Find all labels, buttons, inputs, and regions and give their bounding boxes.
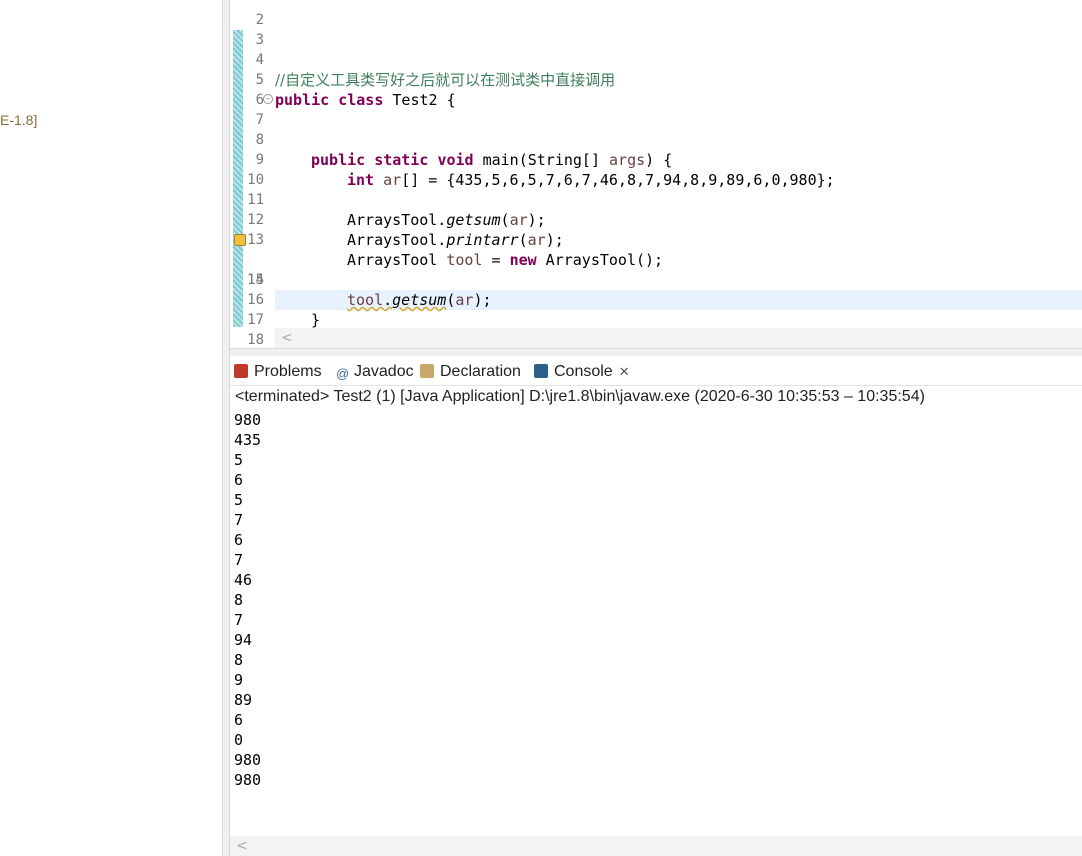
keyword: new [509, 251, 537, 269]
parameter: args [609, 151, 646, 169]
code-line: 7 – public static void main(String[] arg… [230, 90, 672, 169]
tab-label: Javadoc [354, 363, 414, 380]
javadoc-icon: @ [336, 366, 350, 381]
method-call: getsum [446, 211, 501, 229]
code-line: 17 [230, 290, 266, 328]
console-line: 435 [234, 431, 262, 449]
code-text: [] = {435,5,6,5,7,6,7,46,8,7,94,8,9,89,6… [401, 171, 835, 189]
scroll-left-icon[interactable]: < [236, 838, 248, 854]
code-text: = [482, 251, 510, 269]
console-horizontal-scrollbar[interactable]: < [230, 836, 1082, 856]
code-text: ) { [645, 151, 673, 169]
console-line: 6 [234, 711, 244, 729]
tab-console[interactable]: Console ✕ [534, 360, 630, 384]
code-line: 3 [230, 10, 266, 48]
panel-separator[interactable] [230, 348, 1082, 356]
method-call: getsum [392, 291, 447, 309]
console-line: 6 [234, 531, 244, 549]
code-text: ( [518, 231, 528, 249]
keyword: static [374, 151, 429, 169]
code-line: 4 //自定义工具类写好之后就可以在测试类中直接调用 [230, 30, 616, 89]
code-line: 5 public class Test2 { [230, 50, 456, 109]
keyword: public [311, 151, 366, 169]
method-call: printarr [446, 231, 519, 249]
package-explorer-pane: E-1.8] [0, 0, 222, 856]
variable: ar [527, 231, 546, 249]
code-line: 18 } [230, 310, 266, 348]
console-line: 980 [234, 771, 262, 789]
keyword: class [338, 91, 384, 109]
code-line: 15 [230, 250, 266, 288]
code-line: 11 ArraysTool.getsum(ar); [230, 170, 546, 229]
console-output[interactable]: 980 435 5 6 5 7 6 7 46 8 7 94 8 9 89 6 0… [234, 410, 1074, 790]
fold-toggle-icon[interactable]: – [263, 94, 273, 104]
console-line: 7 [234, 551, 244, 569]
problems-icon [234, 364, 248, 378]
tab-label: Console [554, 363, 613, 380]
line-number: 18 [247, 332, 264, 348]
code-line: 2 [230, 0, 266, 28]
variable: ar [455, 291, 474, 309]
code-text: ); [527, 211, 546, 229]
close-icon[interactable]: ✕ [619, 364, 630, 379]
console-line: 6 [234, 471, 244, 489]
code-line: 14 tool.getsum(ar); [230, 230, 492, 309]
class-ref: ArraysTool. [347, 211, 447, 229]
variable: ar [383, 171, 402, 189]
code-line: 6 [230, 70, 266, 108]
keyword: int [347, 171, 375, 189]
variable: tool [347, 291, 384, 309]
tab-label: Declaration [440, 363, 521, 380]
code-editor[interactable]: 2 3 4 //自定义工具类写好之后就可以在测试类中直接调用 5 public … [230, 0, 1082, 348]
console-status-header: <terminated> Test2 (1) [Java Application… [230, 386, 1082, 408]
console-line: 5 [234, 491, 244, 509]
bottom-panel-tabs: Problems @ Javadoc Declaration Console ✕ [230, 356, 1082, 386]
keyword: public [275, 91, 330, 109]
class-ref: ArraysTool. [347, 231, 447, 249]
code-text: ( [500, 211, 510, 229]
variable: tool [446, 251, 483, 269]
code-line: 10 [230, 150, 266, 188]
code-text: Test2 { [383, 91, 456, 109]
code-text: . [383, 291, 393, 309]
console-line: 94 [234, 631, 253, 649]
editor-horizontal-scrollbar[interactable]: < [275, 328, 1082, 348]
console-line: 8 [234, 591, 244, 609]
code-line: 13 ArraysTool tool = new ArraysTool(); [230, 210, 663, 269]
code-text: ); [473, 291, 492, 309]
console-line: 9 [234, 671, 244, 689]
code-line: 9 int ar[] = {435,5,6,5,7,6,7,46,8,7,94,… [230, 130, 835, 189]
code-line: 16 } [230, 270, 320, 329]
console-line: 7 [234, 511, 244, 529]
code-text: ArraysTool(); [536, 251, 664, 269]
console-line: 7 [234, 611, 244, 629]
warning-icon[interactable] [234, 234, 246, 246]
variable: ar [509, 211, 528, 229]
tab-problems[interactable]: Problems [234, 360, 322, 384]
code-comment: //自定义工具类写好之后就可以在测试类中直接调用 [275, 71, 616, 89]
console-line: 5 [234, 451, 244, 469]
console-line: 8 [234, 651, 244, 669]
code-line: 8 [230, 110, 266, 148]
tab-javadoc[interactable]: @ Javadoc [336, 360, 414, 384]
keyword: void [437, 151, 474, 169]
declaration-icon [420, 364, 434, 378]
code-text: ); [545, 231, 564, 249]
console-line: 980 [234, 751, 262, 769]
class-ref: ArraysTool [347, 251, 447, 269]
code-text: main(String[] [473, 151, 610, 169]
console-icon [534, 364, 548, 378]
tab-declaration[interactable]: Declaration [420, 360, 521, 384]
console-line: 89 [234, 691, 253, 709]
code-line: 12 ArraysTool.printarr(ar); [230, 190, 564, 249]
jre-library-label[interactable]: E-1.8] [0, 112, 37, 128]
code-text: } [311, 311, 321, 329]
scroll-left-icon[interactable]: < [281, 330, 293, 346]
console-line: 0 [234, 731, 244, 749]
console-line: 46 [234, 571, 253, 589]
console-line: 980 [234, 411, 262, 429]
pane-divider[interactable] [222, 0, 230, 856]
tab-label: Problems [254, 363, 322, 380]
